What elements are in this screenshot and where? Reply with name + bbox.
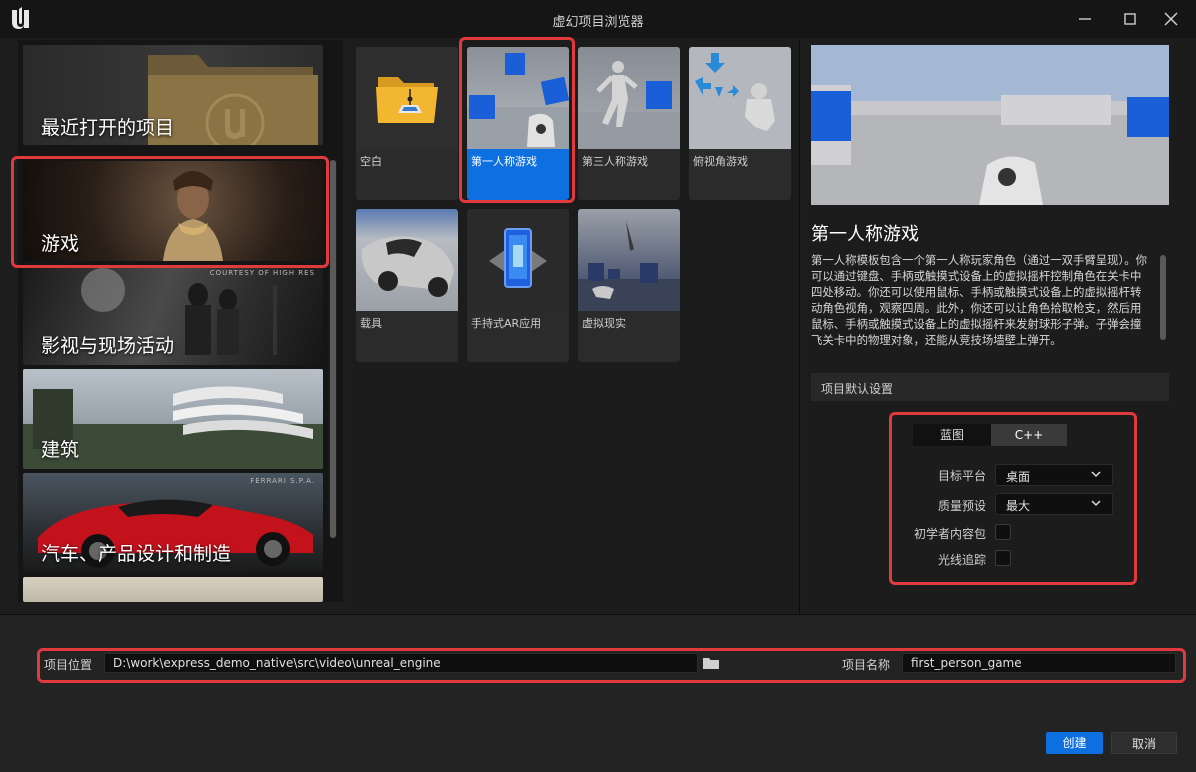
vr-scene-image — [578, 221, 680, 311]
vehicle-scene-image — [361, 236, 454, 297]
category-games[interactable]: 游戏 — [23, 161, 323, 261]
category-label: 汽车、产品设计和制造 — [41, 543, 232, 565]
template-name: 虚拟现实 — [582, 317, 626, 330]
template-thumbnail — [578, 47, 680, 149]
image-credit: FERRARI S.P.A. — [250, 477, 315, 485]
project-settings-bar — [0, 614, 1196, 772]
project-name-input[interactable]: first_person_game — [902, 653, 1176, 673]
template-tile-top-down[interactable]: 俯视角游戏 — [689, 47, 791, 200]
template-preview-image — [811, 45, 1169, 205]
template-name: 载具 — [360, 317, 382, 330]
template-tile-blank[interactable]: 空白 — [356, 47, 458, 200]
browse-folder-icon[interactable] — [702, 654, 720, 672]
project-location-label: 项目位置 — [44, 658, 93, 672]
title-bar: 虚幻项目浏览器 — [0, 0, 1196, 38]
category-scrollbar-thumb[interactable] — [330, 160, 336, 538]
image-credit: TILTPIXEL — [273, 373, 315, 381]
target-platform-dropdown[interactable]: 桌面 — [995, 464, 1113, 486]
close-icon[interactable] — [1160, 8, 1182, 30]
category-architecture[interactable]: TILTPIXEL 建筑 — [23, 369, 323, 469]
ar-phone-icon — [489, 228, 547, 288]
quality-preset-value: 最大 — [1006, 499, 1031, 513]
template-name: 第三人称游戏 — [582, 155, 648, 168]
template-tile-first-person[interactable]: 第一人称游戏 — [467, 47, 569, 200]
chevron-down-icon — [1090, 496, 1102, 513]
template-thumbnail — [467, 47, 569, 149]
third-person-scene-image — [578, 61, 680, 149]
category-recent-projects[interactable]: 最近打开的项目 — [23, 45, 323, 145]
category-film-live-events[interactable]: COURTESY OF HIGH RES 影视与现场活动 — [23, 265, 323, 365]
image-credit: COURTESY OF HIGH RES — [209, 269, 315, 277]
create-button[interactable]: 创建 — [1046, 732, 1103, 754]
template-thumbnail — [689, 47, 791, 149]
category-simulation-partial[interactable] — [23, 577, 323, 602]
raytracing-checkbox[interactable] — [995, 550, 1011, 566]
first-person-preview-scene — [811, 45, 1169, 205]
template-description: 第一人称模板包含一个第一人称玩家角色（通过一双手臂呈现）。你可以通过键盘、手柄或… — [811, 253, 1148, 347]
raytracing-label: 光线追踪 — [937, 553, 986, 567]
template-name: 手持式AR应用 — [471, 317, 542, 330]
template-tile-handheld-ar[interactable]: 手持式AR应用 — [467, 209, 569, 362]
quality-preset-dropdown[interactable]: 最大 — [995, 493, 1113, 515]
window-title: 虚幻项目浏览器 — [552, 15, 644, 30]
template-title: 第一人称游戏 — [811, 224, 919, 245]
template-tile-virtual-reality[interactable]: 虚拟现实 — [578, 209, 680, 362]
project-name-label: 项目名称 — [842, 658, 891, 672]
category-automotive[interactable]: FERRARI S.P.A. 汽车、产品设计和制造 — [23, 473, 323, 573]
template-thumbnail — [356, 209, 458, 311]
quality-preset-label: 质量预设 — [937, 499, 986, 513]
folder-icon — [376, 77, 438, 123]
category-label: 最近打开的项目 — [41, 117, 175, 139]
chevron-down-icon — [1090, 467, 1102, 484]
first-person-scene-image — [467, 53, 569, 149]
template-thumbnail — [467, 209, 569, 311]
maximize-icon[interactable] — [1119, 8, 1141, 30]
target-platform-value: 桌面 — [1006, 470, 1031, 484]
template-tile-third-person[interactable]: 第三人称游戏 — [578, 47, 680, 200]
target-platform-label: 目标平台 — [937, 469, 986, 483]
template-thumbnail — [356, 47, 458, 149]
cpp-toggle[interactable]: C++ — [991, 424, 1067, 446]
starter-content-label: 初学者内容包 — [913, 527, 986, 541]
category-label: 建筑 — [41, 439, 80, 461]
description-scrollbar[interactable] — [1160, 255, 1166, 340]
minimize-icon[interactable] — [1074, 8, 1096, 30]
template-name: 第一人称游戏 — [471, 155, 537, 168]
project-defaults-header: 项目默认设置 — [811, 373, 1169, 401]
template-tile-vehicle[interactable]: 载具 — [356, 209, 458, 362]
template-thumbnail — [578, 209, 680, 311]
template-name: 空白 — [360, 155, 382, 168]
category-label: 影视与现场活动 — [41, 335, 175, 357]
blueprint-toggle[interactable]: 蓝图 — [913, 424, 991, 446]
top-down-scene-image — [695, 53, 775, 131]
category-label: 游戏 — [41, 233, 80, 255]
cancel-button[interactable]: 取消 — [1111, 732, 1177, 754]
project-location-input[interactable]: D:\work\express_demo_native\src\video\un… — [104, 653, 698, 673]
template-name: 俯视角游戏 — [693, 155, 748, 168]
starter-content-checkbox[interactable] — [995, 524, 1011, 540]
